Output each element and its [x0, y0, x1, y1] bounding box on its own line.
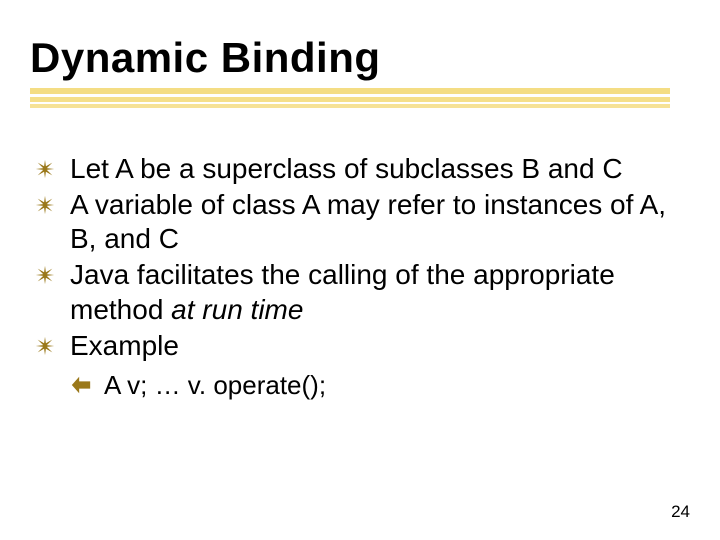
burst-icon [34, 264, 56, 286]
arrow-left-icon [70, 374, 92, 396]
burst-icon [34, 158, 56, 180]
sub-bullet-item: A v; … v. operate(); [30, 369, 690, 403]
title-underline [30, 88, 670, 110]
sub-bullet-text: A v; … v. operate(); [104, 370, 326, 400]
bullet-list: Let A be a superclass of subclasses B an… [30, 152, 690, 363]
sub-bullet-list: A v; … v. operate(); [30, 369, 690, 403]
slide: Dynamic Binding Let A be a superclass of… [0, 0, 720, 540]
bullet-text: Let A be a superclass of subclasses B an… [70, 153, 623, 184]
page-number: 24 [671, 502, 690, 522]
slide-title: Dynamic Binding [30, 34, 690, 82]
burst-icon [34, 335, 56, 357]
bullet-item: Java facilitates the calling of the appr… [34, 258, 690, 326]
bullet-text: Example [70, 330, 179, 361]
bullet-text: Java facilitates the calling of the appr… [70, 259, 615, 324]
bullet-item: Let A be a superclass of subclasses B an… [34, 152, 690, 186]
bullet-item: A variable of class A may refer to insta… [34, 188, 690, 256]
bullet-item: Example [34, 329, 690, 363]
bullet-text-em: at run time [171, 294, 303, 325]
burst-icon [34, 194, 56, 216]
bullet-text: A variable of class A may refer to insta… [70, 189, 666, 254]
